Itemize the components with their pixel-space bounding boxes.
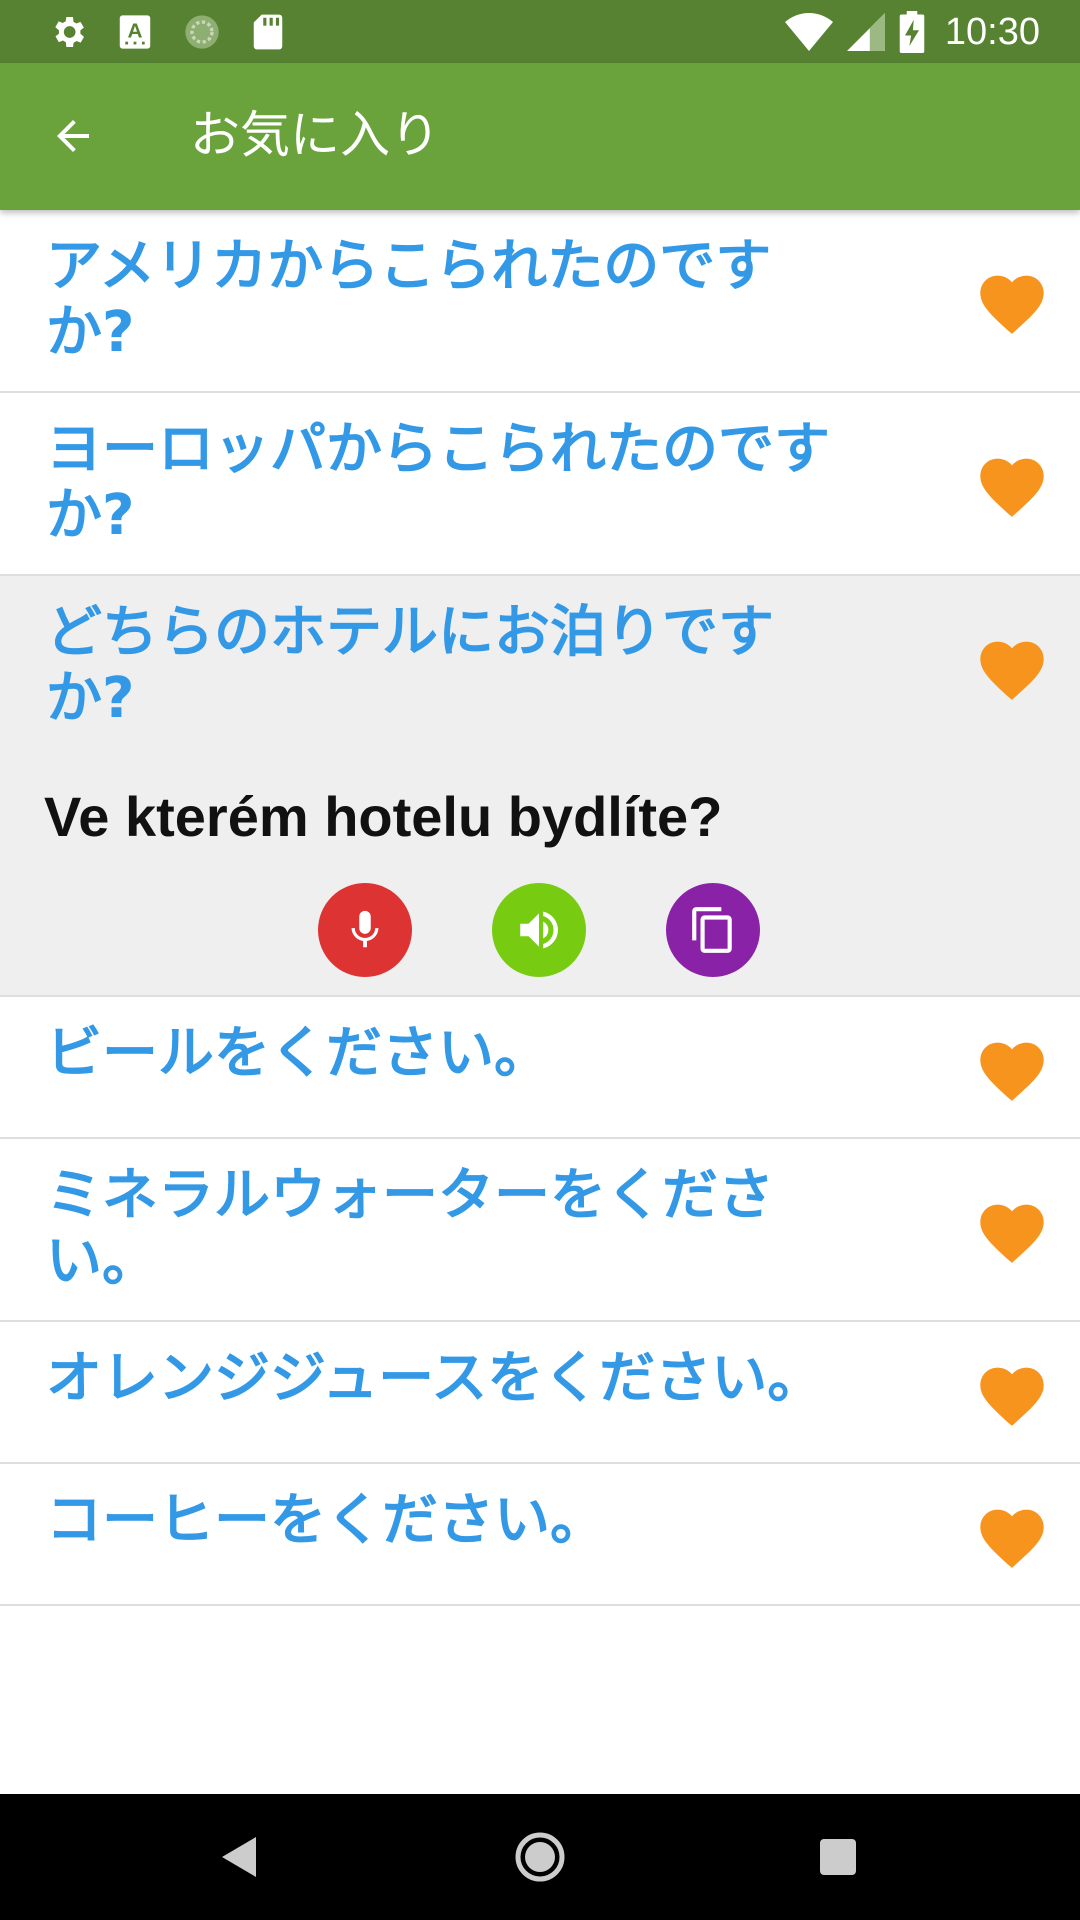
- heart-icon[interactable]: [974, 632, 1050, 702]
- nav-back-button[interactable]: [210, 1827, 270, 1887]
- copy-icon: [692, 907, 732, 953]
- phrase-text: ミネラルウォーターをください。: [46, 1163, 774, 1294]
- list-item[interactable]: オレンジジュースをください。: [0, 1322, 1080, 1464]
- sync-circle-icon: [185, 15, 219, 49]
- system-nav-bar: [0, 1794, 1080, 1920]
- phrase-text: コーヒーをください。: [46, 1488, 606, 1553]
- arrow-left-icon: [57, 120, 89, 152]
- phrase-text: どちらのホテルにお泊りですか?: [46, 600, 774, 731]
- heart-icon[interactable]: [974, 1033, 1050, 1103]
- wifi-icon: [784, 13, 833, 51]
- record-button[interactable]: [318, 883, 412, 977]
- back-triangle-icon: [222, 1837, 256, 1877]
- battery-charging-icon: [899, 11, 925, 53]
- recents-square-icon: [820, 1839, 856, 1875]
- page-title: お気に入り: [190, 106, 440, 164]
- clock-time: 10:30: [944, 10, 1040, 53]
- sd-card-icon: [253, 14, 283, 50]
- heart-icon[interactable]: [974, 1500, 1050, 1570]
- heart-icon[interactable]: [974, 1358, 1050, 1428]
- svg-text:A: A: [128, 20, 143, 43]
- heart-icon[interactable]: [974, 266, 1050, 336]
- list-item[interactable]: ミネラルウォーターをください。: [0, 1139, 1080, 1322]
- phrase-text: ヨーロッパからこられたのですか?: [46, 417, 830, 548]
- phrase-text: ビールをください。: [46, 1021, 550, 1086]
- favorites-list: アメリカからこられたのですか? ヨーロッパからこられたのですか? どちらのホテル…: [0, 210, 1080, 1606]
- list-item[interactable]: アメリカからこられたのですか?: [0, 210, 1080, 393]
- status-bar: A 10:30: [0, 0, 1080, 63]
- copy-button[interactable]: [666, 883, 760, 977]
- play-audio-button[interactable]: [492, 883, 586, 977]
- app-bar: お気に入り: [0, 63, 1080, 210]
- list-item[interactable]: コーヒーをください。: [0, 1464, 1080, 1606]
- translation-text: Ve kterém hotelu bydlíte?: [44, 785, 723, 848]
- accessibility-a-icon: A: [119, 15, 151, 49]
- settings-icon: [55, 17, 84, 47]
- cellular-signal-icon: [846, 13, 885, 51]
- nav-home-button[interactable]: [510, 1827, 570, 1887]
- home-circle-icon: [515, 1832, 565, 1882]
- list-item[interactable]: ヨーロッパからこられたのですか?: [0, 393, 1080, 576]
- phrase-text: オレンジジュースをください。: [46, 1346, 824, 1411]
- list-item-expanded[interactable]: どちらのホテルにお泊りですか? Ve kterém hotelu bydlíte…: [0, 576, 1080, 997]
- nav-recents-button[interactable]: [808, 1827, 868, 1887]
- list-item[interactable]: ビールをください。: [0, 997, 1080, 1139]
- heart-icon[interactable]: [974, 1195, 1050, 1265]
- phrase-actions: [318, 883, 760, 977]
- speaker-icon: [520, 911, 558, 949]
- phrase-text: アメリカからこられたのですか?: [46, 234, 772, 365]
- microphone-icon: [351, 910, 379, 948]
- heart-icon[interactable]: [974, 449, 1050, 519]
- back-button[interactable]: [40, 103, 106, 169]
